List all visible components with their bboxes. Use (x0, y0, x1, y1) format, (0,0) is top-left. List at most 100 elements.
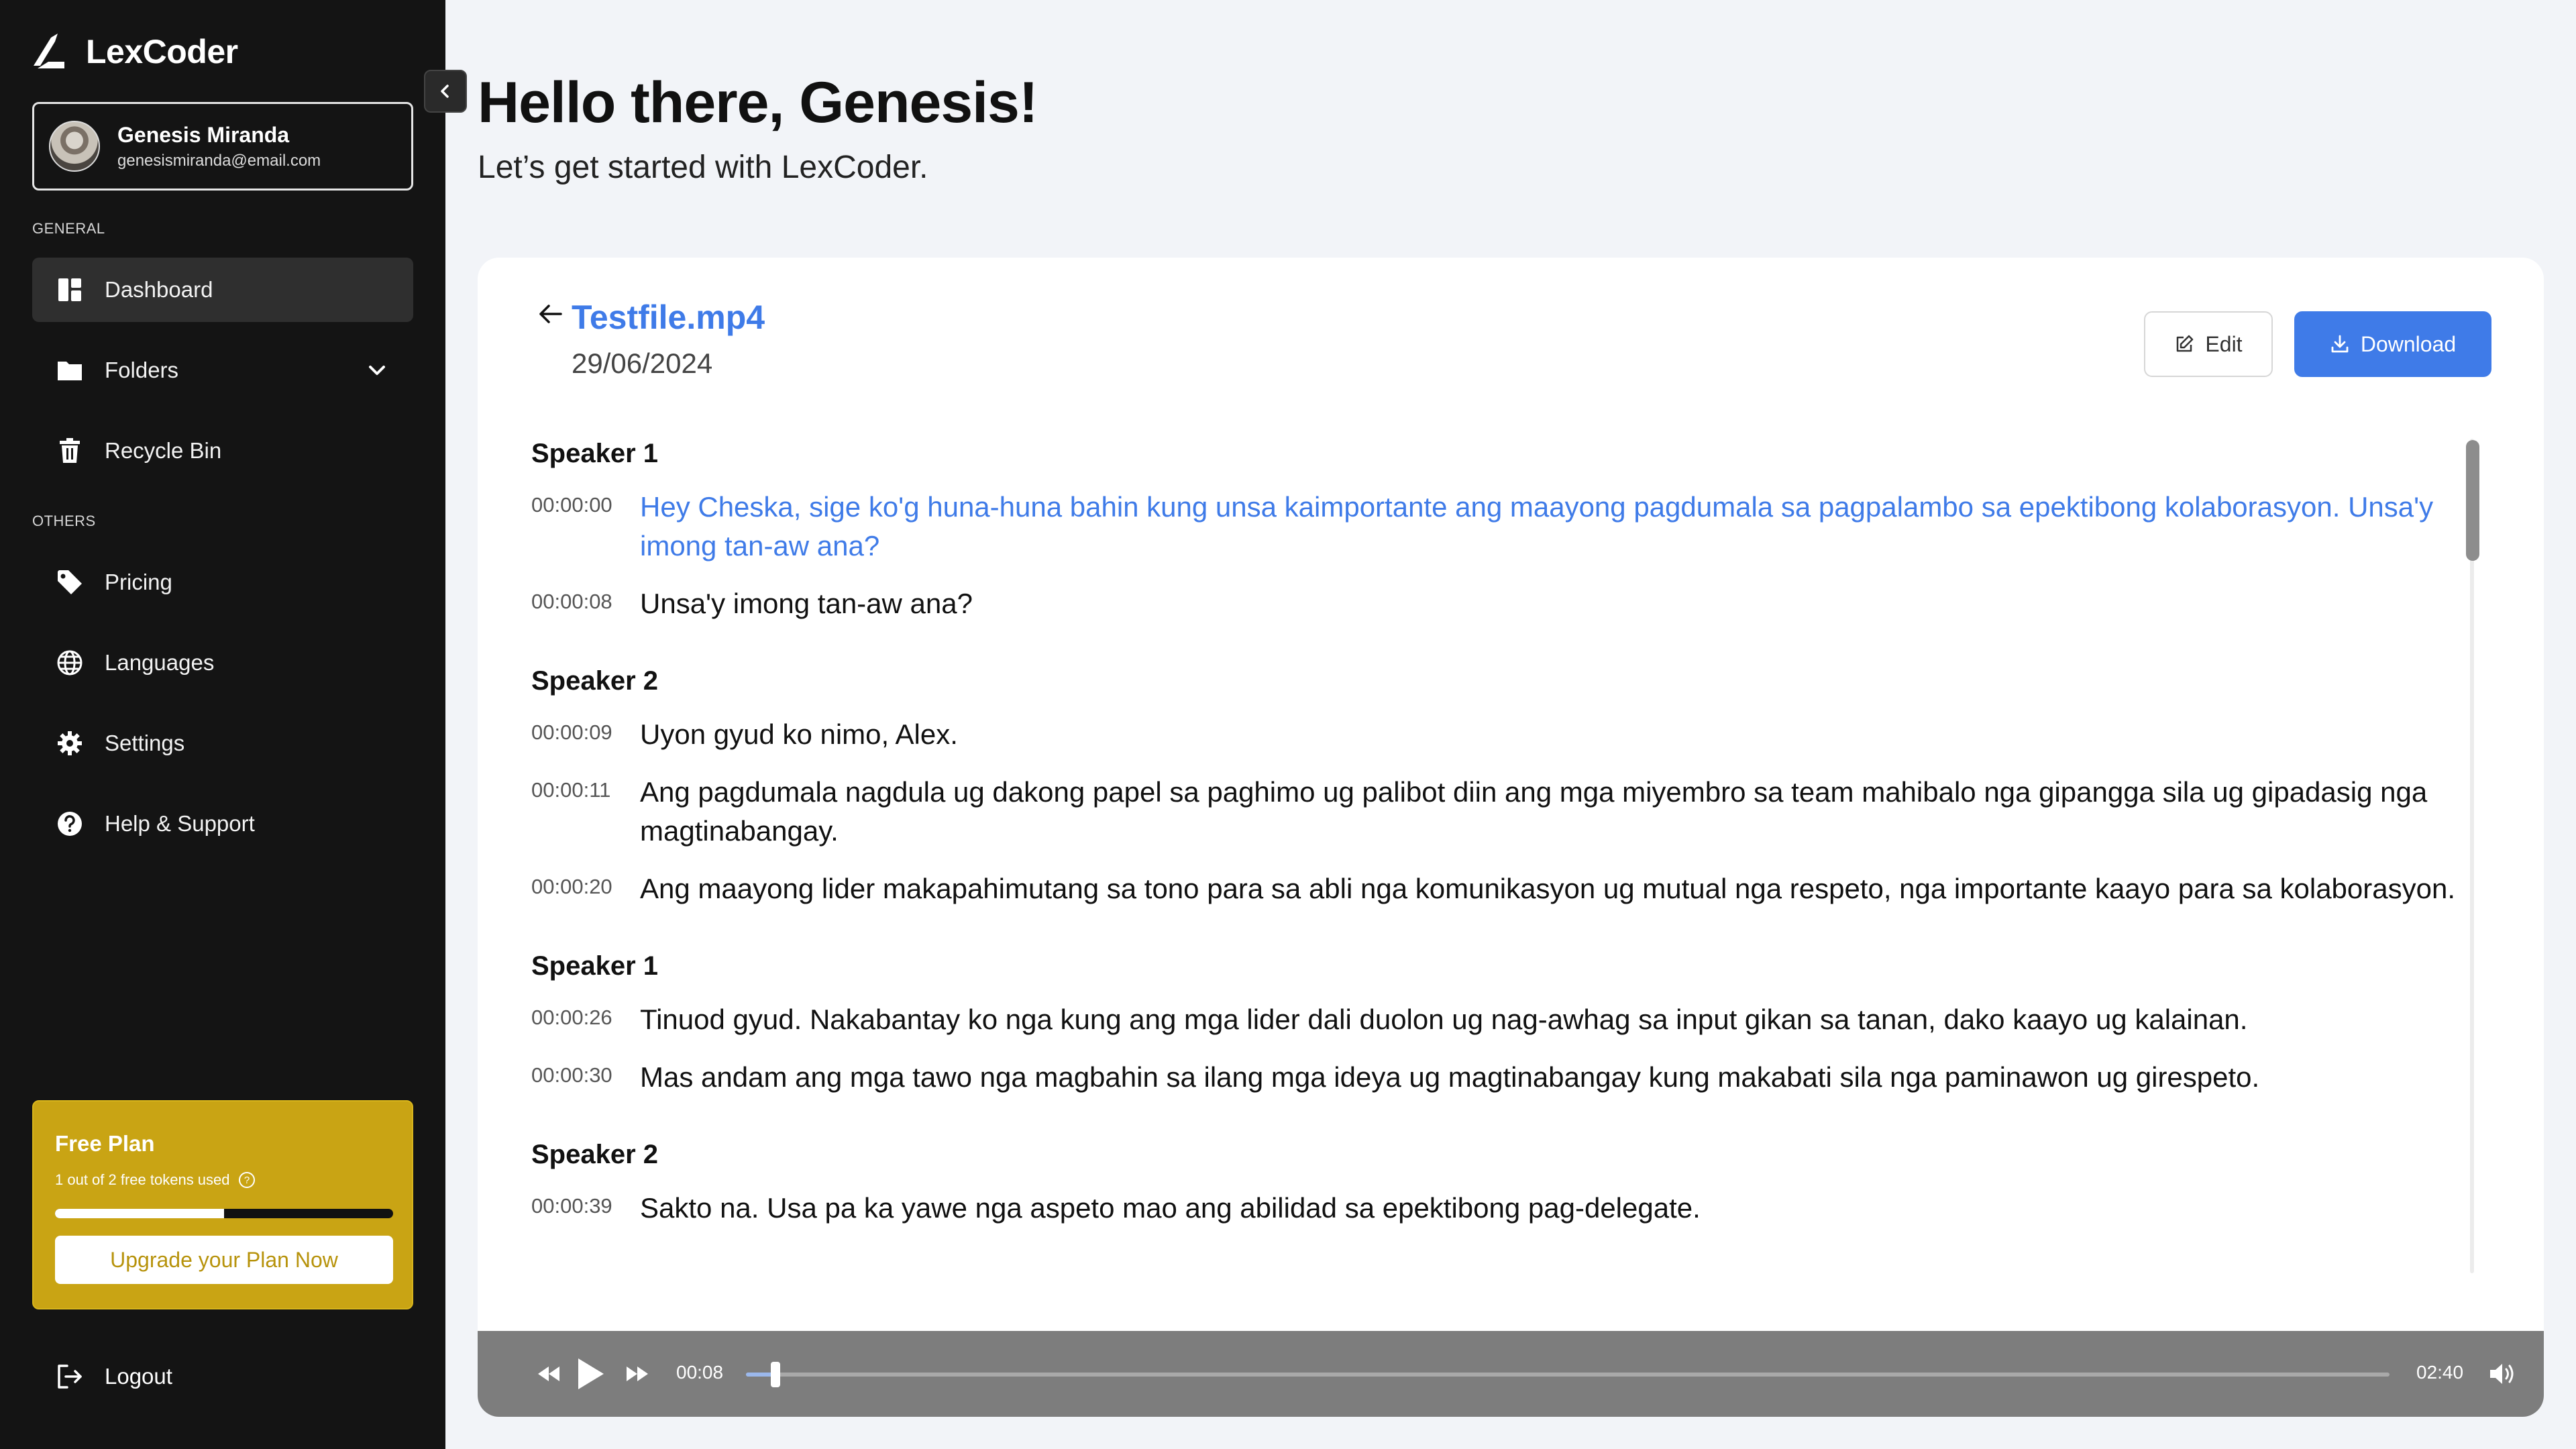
svg-text:?: ? (244, 1175, 249, 1186)
chevron-left-icon (441, 85, 449, 98)
duration-time: 02:40 (2416, 1362, 2464, 1383)
sidebar-item-label: Pricing (105, 570, 172, 594)
collapse-sidebar-button[interactable] (424, 70, 467, 113)
sidebar-item-label: Help & Support (105, 811, 255, 836)
sidebar-item-label: Recycle Bin (105, 438, 222, 463)
sidebar-item-label: Folders (105, 358, 179, 382)
sidebar-item-folders[interactable]: Folders (32, 338, 413, 402)
play-icon (578, 1358, 604, 1389)
help-icon (56, 810, 83, 837)
user-name: Genesis Miranda (117, 122, 290, 147)
download-label: Download (2360, 331, 2457, 356)
fast-forward-button[interactable] (624, 1358, 651, 1390)
tag-icon (56, 569, 83, 596)
volume-icon (2490, 1364, 2514, 1384)
plan-usage-bar (55, 1209, 393, 1218)
transcript-line[interactable]: 00:00:30 Mas andam ang mga tawo nga magb… (531, 1058, 2477, 1097)
current-time: 00:08 (676, 1362, 724, 1383)
transcript-text: Hey Cheska, sige ko'g huna-huna bahin ku… (640, 491, 2434, 561)
brand[interactable]: LexCoder (31, 32, 238, 71)
transcript-text: Ang pagdumala nagdula ug dakong papel sa… (640, 776, 2428, 847)
transcript-line[interactable]: 00:00:00 Hey Cheska, sige ko'g huna-huna… (531, 488, 2477, 566)
app-name: LexCoder (86, 33, 238, 70)
volume-button[interactable] (2489, 1358, 2517, 1390)
sidebar: LexCoder Genesis Miranda genesismiranda@… (0, 0, 445, 1449)
file-name: Testfile.mp4 (572, 299, 765, 336)
transcript-text: Ang maayong lider makapahimutang sa tono… (640, 873, 2456, 904)
download-icon (2331, 335, 2349, 353)
rewind-button[interactable] (535, 1358, 562, 1390)
speaker-label: Speaker 2 (531, 666, 659, 696)
sidebar-item-label: Settings (105, 731, 185, 755)
edit-icon (2177, 335, 2194, 352)
sidebar-item-label: Languages (105, 650, 215, 675)
info-icon[interactable]: ? (238, 1171, 256, 1189)
section-label-others: OTHERS (32, 513, 96, 529)
transcript-text: Mas andam ang mga tawo nga magbahin sa i… (640, 1061, 2260, 1093)
dashboard-icon (56, 276, 83, 303)
timestamp[interactable]: 00:00:30 (531, 1058, 640, 1097)
file-date: 29/06/2024 (572, 347, 713, 379)
sidebar-item-dashboard[interactable]: Dashboard (32, 258, 413, 322)
timestamp[interactable]: 00:00:08 (531, 584, 640, 623)
timestamp[interactable]: 00:00:09 (531, 715, 640, 754)
download-button[interactable]: Download (2294, 311, 2491, 377)
speaker-block: Speaker 1 00:00:00 Hey Cheska, sige ko'g… (531, 439, 2477, 623)
transcript-text: Tinuod gyud. Nakabantay ko nga kung ang … (640, 1004, 2248, 1035)
sidebar-item-recycle-bin[interactable]: Recycle Bin (32, 419, 413, 483)
edit-label: Edit (2205, 331, 2243, 356)
speaker-label: Speaker 1 (531, 951, 659, 981)
gear-icon (56, 730, 83, 757)
edit-button[interactable]: Edit (2144, 311, 2273, 377)
scrollbar-thumb[interactable] (2466, 440, 2479, 561)
sidebar-item-label: Dashboard (105, 277, 213, 302)
rewind-icon (538, 1366, 559, 1381)
transcript-line[interactable]: 00:00:08 Unsa'y imong tan-aw ana? (531, 584, 2477, 623)
logout-icon (58, 1364, 82, 1389)
transcript-line[interactable]: 00:00:09 Uyon gyud ko nimo, Alex. (531, 715, 2477, 754)
logout-button[interactable]: Logout (56, 1363, 172, 1390)
plan-card: Free Plan 1 out of 2 free tokens used ? … (32, 1100, 413, 1309)
trash-icon (56, 437, 83, 464)
seek-bar-handle[interactable] (771, 1362, 781, 1387)
transcript-line[interactable]: 00:00:26 Tinuod gyud. Nakabantay ko nga … (531, 1000, 2477, 1039)
transcript-text: Sakto na. Usa pa ka yawe nga aspeto mao … (640, 1192, 1701, 1224)
play-button[interactable] (576, 1358, 605, 1390)
timestamp[interactable]: 00:00:20 (531, 869, 640, 908)
transcript-line[interactable]: 00:00:39 Sakto na. Usa pa ka yawe nga as… (531, 1189, 2477, 1228)
transcript-line[interactable]: 00:00:20 Ang maayong lider makapahimutan… (531, 869, 2477, 908)
speaker-block: Speaker 1 00:00:26 Tinuod gyud. Nakabant… (531, 951, 2477, 1097)
timestamp[interactable]: 00:00:11 (531, 773, 640, 851)
timestamp[interactable]: 00:00:00 (531, 488, 640, 566)
plan-usage-fill (55, 1209, 224, 1218)
timestamp[interactable]: 00:00:26 (531, 1000, 640, 1039)
speaker-block: Speaker 2 00:00:39 Sakto na. Usa pa ka y… (531, 1140, 2477, 1228)
speaker-label: Speaker 2 (531, 1140, 659, 1169)
seek-bar[interactable] (746, 1362, 2390, 1387)
back-arrow-icon[interactable] (535, 299, 565, 329)
chevron-down-icon[interactable] (365, 358, 389, 382)
transcript-line[interactable]: 00:00:11 Ang pagdumala nagdula ug dakong… (531, 773, 2477, 851)
user-profile-card[interactable]: Genesis Miranda genesismiranda@email.com (32, 102, 413, 191)
sidebar-item-settings[interactable]: Settings (32, 711, 413, 775)
timestamp[interactable]: 00:00:39 (531, 1189, 640, 1228)
transcript-text: Unsa'y imong tan-aw ana? (640, 588, 973, 619)
plan-title: Free Plan (55, 1131, 155, 1156)
speaker-label: Speaker 1 (531, 439, 659, 468)
page-title: Hello there, Genesis! (478, 70, 1038, 135)
sidebar-item-languages[interactable]: Languages (32, 631, 413, 695)
plan-token-usage: 1 out of 2 free tokens used ? (55, 1171, 256, 1189)
globe-icon (56, 649, 83, 676)
sidebar-item-pricing[interactable]: Pricing (32, 550, 413, 614)
avatar (49, 121, 100, 172)
upgrade-plan-button[interactable]: Upgrade your Plan Now (55, 1236, 393, 1284)
transcript-text: Uyon gyud ko nimo, Alex. (640, 718, 958, 750)
plan-token-text: 1 out of 2 free tokens used (55, 1171, 230, 1188)
transcript: Speaker 1 00:00:00 Hey Cheska, sige ko'g… (531, 439, 2477, 1324)
folder-icon (56, 357, 83, 384)
fast-forward-icon (627, 1366, 648, 1381)
sidebar-item-help-support[interactable]: Help & Support (32, 792, 413, 856)
user-email: genesismiranda@email.com (117, 151, 321, 170)
scrollbar-track[interactable] (2470, 439, 2474, 1273)
lexcoder-logo-icon (34, 34, 64, 68)
